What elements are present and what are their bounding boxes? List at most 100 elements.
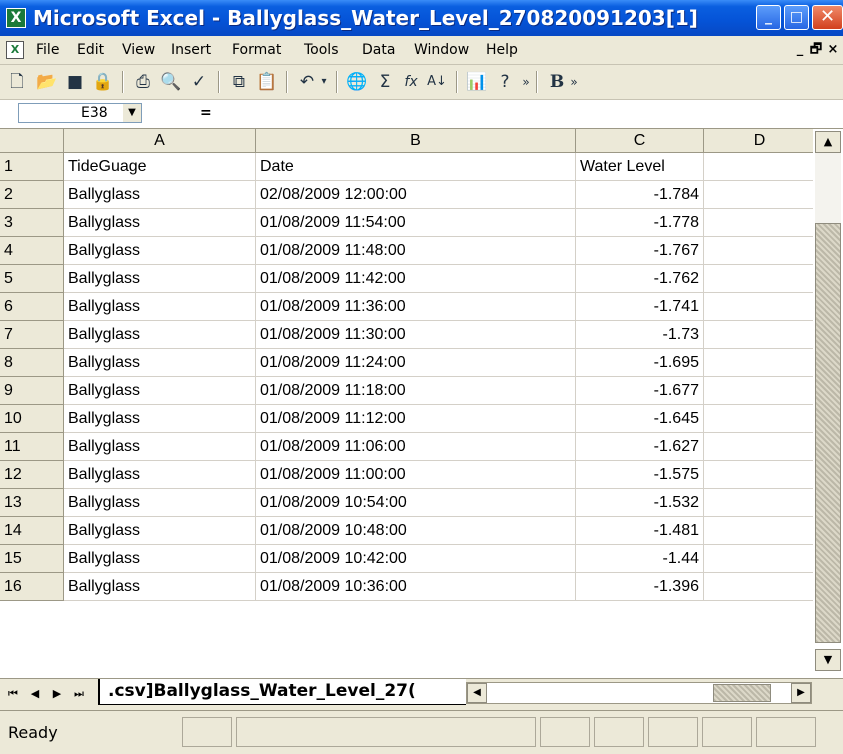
cell-d9[interactable] <box>704 377 813 405</box>
menu-help[interactable]: Help <box>486 41 518 59</box>
close-button[interactable]: ✕ <box>812 5 843 30</box>
function-icon[interactable]: fx <box>400 71 422 93</box>
vertical-scrollbar[interactable]: ▲ ▼ <box>813 129 843 678</box>
print-preview-icon[interactable]: 🔍 <box>160 71 182 93</box>
cell-c15[interactable]: -1.44 <box>576 545 704 573</box>
cell-a7[interactable]: Ballyglass <box>64 321 256 349</box>
cell-c3[interactable]: -1.778 <box>576 209 704 237</box>
new-icon[interactable]: 🗋 <box>6 71 28 93</box>
cell-a6[interactable]: Ballyglass <box>64 293 256 321</box>
cell-c16[interactable]: -1.396 <box>576 573 704 601</box>
cell-c8[interactable]: -1.695 <box>576 349 704 377</box>
cell-a16[interactable]: Ballyglass <box>64 573 256 601</box>
cell-d11[interactable] <box>704 433 813 461</box>
row-header[interactable]: 13 <box>0 489 64 517</box>
cell-a5[interactable]: Ballyglass <box>64 265 256 293</box>
cell-c14[interactable]: -1.481 <box>576 517 704 545</box>
cell-d1[interactable] <box>704 153 813 181</box>
row-header[interactable]: 8 <box>0 349 64 377</box>
cell-d15[interactable] <box>704 545 813 573</box>
workbook-close-button[interactable]: × <box>825 42 841 58</box>
copy-icon[interactable]: ⧉ <box>228 71 250 93</box>
column-header-b[interactable]: B <box>256 129 576 153</box>
cell-a3[interactable]: Ballyglass <box>64 209 256 237</box>
row-header[interactable]: 11 <box>0 433 64 461</box>
spelling-icon[interactable]: ✓ <box>188 71 210 93</box>
row-header[interactable]: 5 <box>0 265 64 293</box>
cell-d5[interactable] <box>704 265 813 293</box>
cell-d14[interactable] <box>704 517 813 545</box>
row-header[interactable]: 2 <box>0 181 64 209</box>
row-header[interactable]: 7 <box>0 321 64 349</box>
horizontal-scroll-thumb[interactable] <box>713 684 771 702</box>
cell-b9[interactable]: 01/08/2009 11:18:00 <box>256 377 576 405</box>
last-sheet-icon[interactable]: ⏭ <box>70 684 88 704</box>
cell-a2[interactable]: Ballyglass <box>64 181 256 209</box>
cell-b10[interactable]: 01/08/2009 11:12:00 <box>256 405 576 433</box>
cell-a9[interactable]: Ballyglass <box>64 377 256 405</box>
scroll-left-button[interactable]: ◀ <box>467 683 487 703</box>
cell-a13[interactable]: Ballyglass <box>64 489 256 517</box>
cell-b16[interactable]: 01/08/2009 10:36:00 <box>256 573 576 601</box>
menu-file[interactable]: File <box>36 41 59 59</box>
row-header[interactable]: 6 <box>0 293 64 321</box>
chevron-down-icon[interactable]: ▼ <box>123 104 141 122</box>
select-all-corner[interactable] <box>0 129 64 153</box>
workbook-restore-button[interactable]: 🗗 <box>808 42 824 58</box>
cell-c13[interactable]: -1.532 <box>576 489 704 517</box>
scroll-track[interactable] <box>815 153 841 223</box>
cell-b4[interactable]: 01/08/2009 11:48:00 <box>256 237 576 265</box>
column-header-a[interactable]: A <box>64 129 256 153</box>
row-header[interactable]: 9 <box>0 377 64 405</box>
cell-c10[interactable]: -1.645 <box>576 405 704 433</box>
cell-b2[interactable]: 02/08/2009 12:00:00 <box>256 181 576 209</box>
cell-c11[interactable]: -1.627 <box>576 433 704 461</box>
row-header[interactable]: 14 <box>0 517 64 545</box>
menu-insert[interactable]: Insert <box>171 41 211 59</box>
cell-a10[interactable]: Ballyglass <box>64 405 256 433</box>
chart-wizard-icon[interactable]: 📊 <box>466 71 488 93</box>
workbook-minimize-button[interactable]: _ <box>792 42 808 58</box>
menu-edit[interactable]: Edit <box>77 41 104 59</box>
cell-a15[interactable]: Ballyglass <box>64 545 256 573</box>
first-sheet-icon[interactable]: ⏮ <box>4 684 22 704</box>
cell-b8[interactable]: 01/08/2009 11:24:00 <box>256 349 576 377</box>
cell-a14[interactable]: Ballyglass <box>64 517 256 545</box>
workbook-icon[interactable]: X <box>6 41 24 59</box>
row-header[interactable]: 16 <box>0 573 64 601</box>
print-icon[interactable]: ⎙ <box>132 71 154 93</box>
cell-b11[interactable]: 01/08/2009 11:06:00 <box>256 433 576 461</box>
cell-d16[interactable] <box>704 573 813 601</box>
next-sheet-icon[interactable]: ▶ <box>48 684 66 704</box>
open-icon[interactable]: 📂 <box>36 71 58 93</box>
excel-app-icon[interactable]: X <box>6 8 26 28</box>
maximize-button[interactable]: □ <box>784 5 809 30</box>
cell-b3[interactable]: 01/08/2009 11:54:00 <box>256 209 576 237</box>
cell-b12[interactable]: 01/08/2009 11:00:00 <box>256 461 576 489</box>
cell-a11[interactable]: Ballyglass <box>64 433 256 461</box>
cell-b14[interactable]: 01/08/2009 10:48:00 <box>256 517 576 545</box>
cell-d2[interactable] <box>704 181 813 209</box>
cell-b13[interactable]: 01/08/2009 10:54:00 <box>256 489 576 517</box>
sort-ascending-icon[interactable]: A↓ <box>426 71 448 93</box>
cell-c9[interactable]: -1.677 <box>576 377 704 405</box>
cell-d13[interactable] <box>704 489 813 517</box>
paste-icon[interactable]: 📋 <box>256 71 278 93</box>
horizontal-scrollbar[interactable]: ◀ ▶ <box>466 682 812 704</box>
cell-c5[interactable]: -1.762 <box>576 265 704 293</box>
cell-c7[interactable]: -1.73 <box>576 321 704 349</box>
menu-format[interactable]: Format <box>232 41 281 59</box>
row-header[interactable]: 15 <box>0 545 64 573</box>
previous-sheet-icon[interactable]: ◀ <box>26 684 44 704</box>
scroll-up-button[interactable]: ▲ <box>815 131 841 153</box>
scroll-down-button[interactable]: ▼ <box>815 649 841 671</box>
toolbar-options-icon[interactable]: » <box>568 71 580 93</box>
permission-icon[interactable]: 🔒 <box>92 71 114 93</box>
cell-c2[interactable]: -1.784 <box>576 181 704 209</box>
row-header[interactable]: 4 <box>0 237 64 265</box>
cell-c4[interactable]: -1.767 <box>576 237 704 265</box>
cell-a1[interactable]: TideGuage <box>64 153 256 181</box>
name-box[interactable]: E38 ▼ <box>18 103 142 123</box>
cell-a8[interactable]: Ballyglass <box>64 349 256 377</box>
scroll-right-button[interactable]: ▶ <box>791 683 811 703</box>
